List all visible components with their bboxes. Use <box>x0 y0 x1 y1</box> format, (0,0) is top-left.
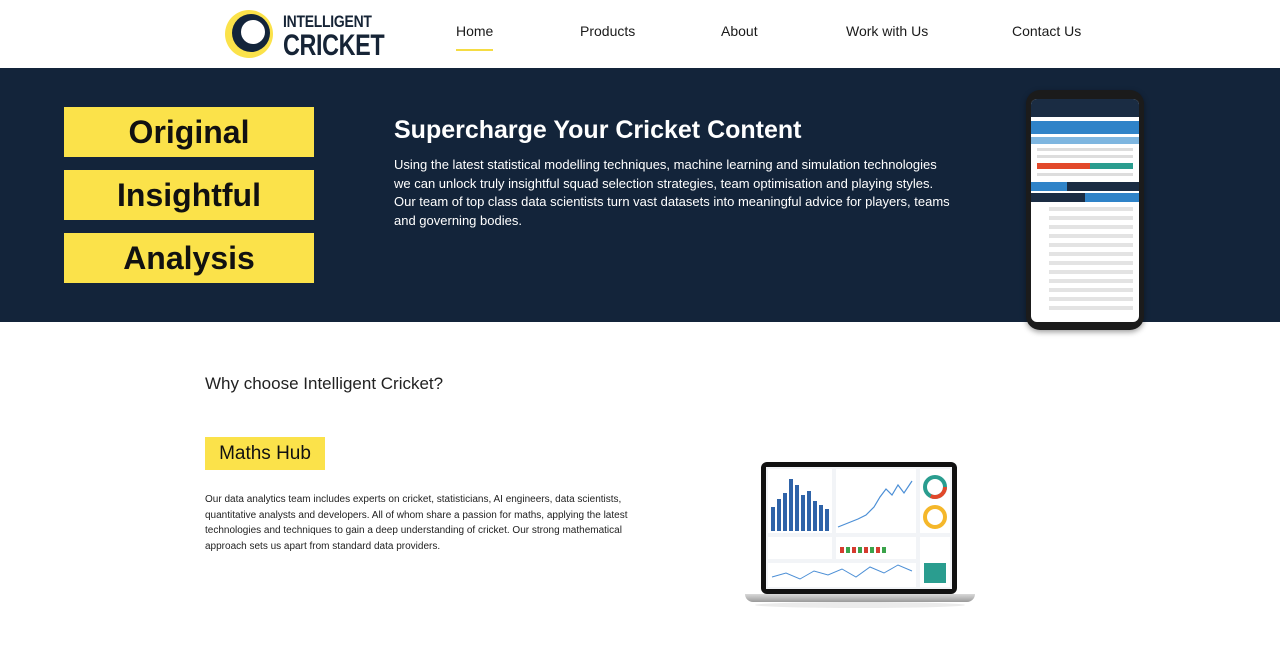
hero-description: Using the latest statistical modelling t… <box>394 157 950 228</box>
logo-line2: CRICKET <box>283 29 385 62</box>
top-navbar: INTELLIGENT CRICKET Home Products About … <box>0 0 1280 68</box>
phone-screen <box>1031 99 1139 322</box>
hero-title: Supercharge Your Cricket Content <box>394 116 802 144</box>
nav-work-with-us[interactable]: Work with Us <box>846 23 928 39</box>
tag-analysis: Analysis <box>64 233 314 283</box>
logo-text: INTELLIGENT CRICKET <box>283 13 413 61</box>
nav-products[interactable]: Products <box>580 23 635 39</box>
laptop-dashboard-image <box>745 462 975 608</box>
tag-original: Original <box>64 107 314 157</box>
logo[interactable]: INTELLIGENT CRICKET <box>224 8 385 61</box>
maths-hub-label: Maths Hub <box>205 437 325 470</box>
section-heading: Why choose Intelligent Cricket? <box>205 374 444 393</box>
maths-hub-description: Our data analytics team includes experts… <box>205 494 628 552</box>
tag-insightful: Insightful <box>64 170 314 220</box>
logo-line1: INTELLIGENT <box>283 12 372 31</box>
nav-contact-us[interactable]: Contact Us <box>1012 23 1081 39</box>
logo-ring-icon <box>225 10 273 58</box>
phone-mockup-image <box>1026 90 1144 330</box>
nav-home[interactable]: Home <box>456 23 494 51</box>
nav-about[interactable]: About <box>721 23 758 39</box>
